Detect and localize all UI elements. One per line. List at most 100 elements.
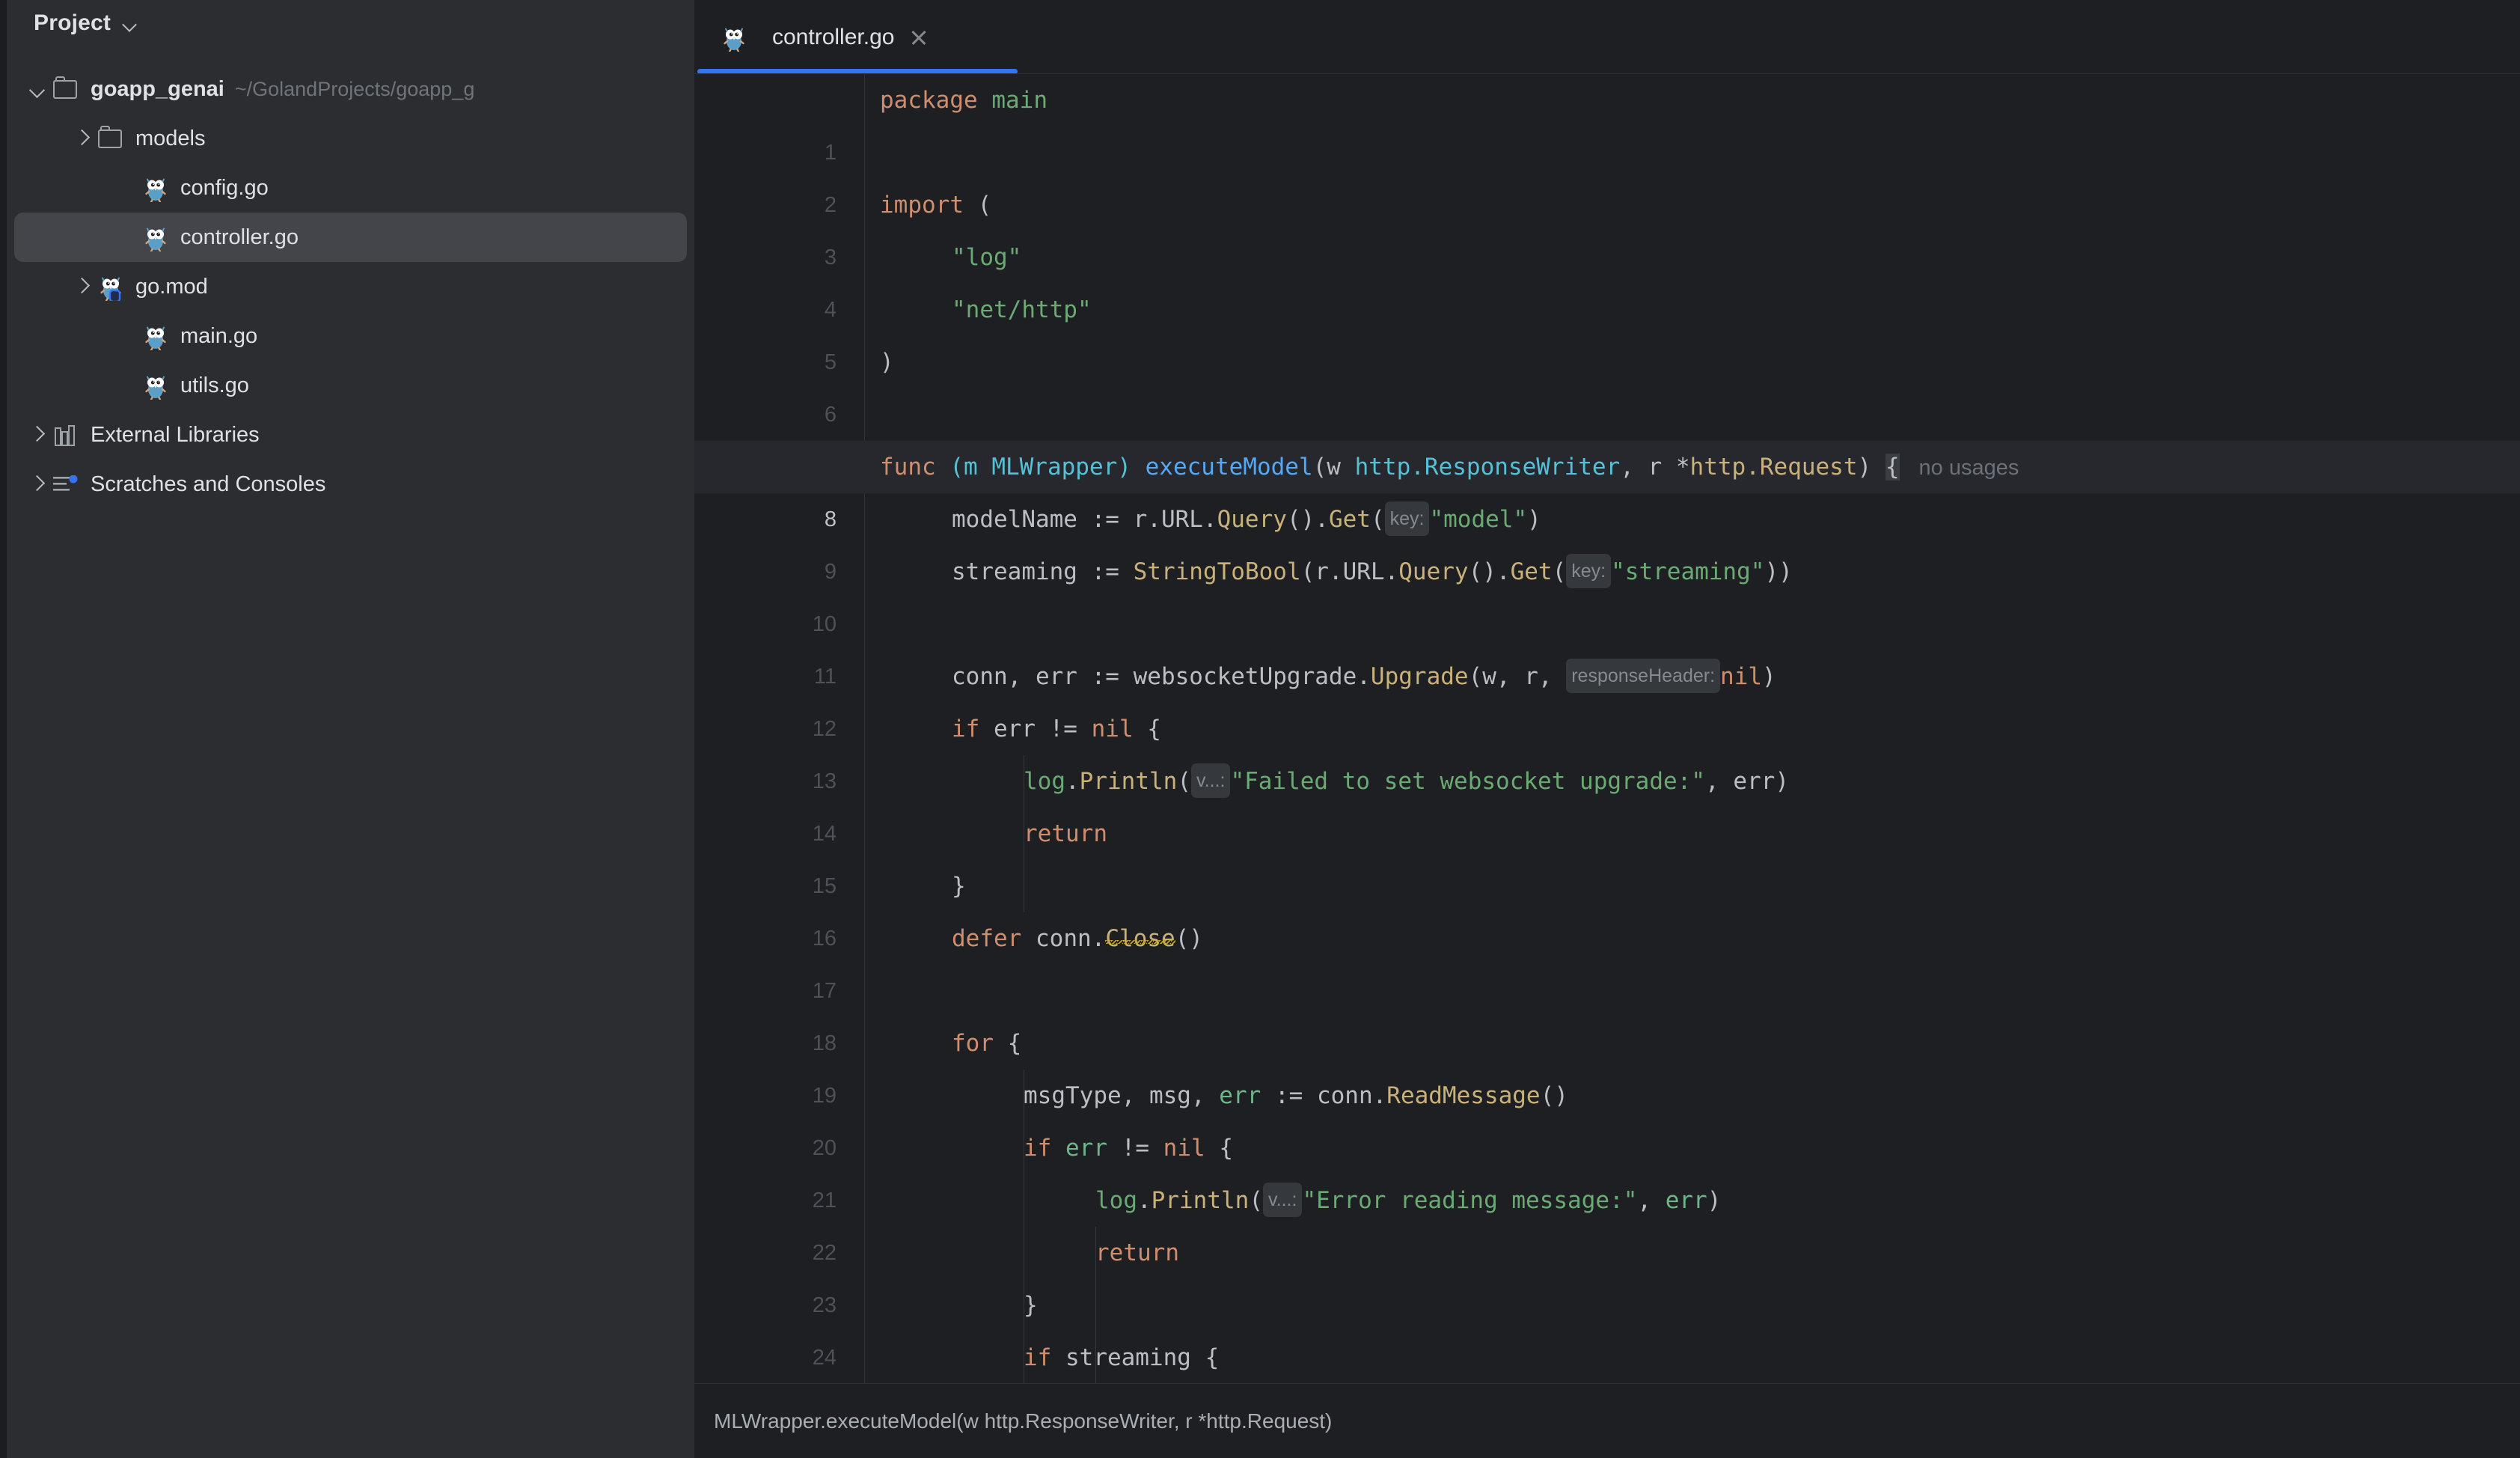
token-vars: msgType, msg,: [1024, 1082, 1219, 1109]
goland-window: Project goapp_genai~/GolandProjects/goap…: [0, 0, 2520, 1458]
tree-spacer: [116, 177, 138, 199]
project-panel-header[interactable]: Project: [7, 0, 694, 46]
line-source: "net/http": [952, 284, 1092, 336]
token-var-err: err: [1065, 1135, 1107, 1162]
chevron-down-icon[interactable]: [123, 16, 139, 33]
sidebar-item-goapp-genai[interactable]: goapp_genai~/GolandProjects/goapp_g: [14, 64, 687, 114]
token-space: [1051, 1135, 1065, 1162]
token-paren: ): [1527, 506, 1541, 533]
code-line: 3 import (: [694, 179, 2520, 231]
sidebar-item-label: go.mod: [135, 276, 208, 298]
code-line: 14 log.Println(v...:"Failed to set webso…: [694, 755, 2520, 808]
line-source: return: [1024, 808, 1107, 860]
token-string: "model": [1429, 506, 1527, 533]
code-line: 5 "net/http": [694, 284, 2520, 336]
line-source: conn, err := websocketUpgrade.Upgrade(w,…: [952, 650, 1776, 703]
go-file-icon: [720, 23, 748, 52]
token-call: Println: [1152, 1187, 1250, 1214]
token-expr: streaming {: [1051, 1344, 1219, 1371]
code-line: 21 if err != nil {: [694, 1122, 2520, 1174]
code-line: 9 modelName := r.URL.Query().Get(key:"mo…: [694, 493, 2520, 546]
code-line: 7: [694, 388, 2520, 441]
code-line: 11: [694, 598, 2520, 650]
scratches-icon: [52, 470, 80, 498]
go-file-icon: [141, 174, 170, 202]
chevron-right-icon[interactable]: [71, 275, 94, 298]
chevron-down-icon[interactable]: [26, 78, 49, 100]
token-string: "net/http": [952, 296, 1092, 323]
sidebar-item-label: config.go: [180, 177, 269, 199]
sidebar-item-external-libraries[interactable]: External Libraries: [14, 410, 687, 460]
sidebar-item-main-go[interactable]: main.go: [14, 311, 687, 361]
token-matched-brace: {: [1886, 454, 1900, 481]
token-call: Get: [1329, 506, 1371, 533]
sidebar-item-models[interactable]: models: [14, 114, 687, 163]
token-package: log: [1095, 1187, 1137, 1214]
line-source: import (: [880, 179, 991, 231]
line-source: ): [880, 336, 894, 388]
code-line: 2: [694, 126, 2520, 179]
token-call: Query: [1398, 558, 1468, 585]
token-paren: ): [1707, 1187, 1722, 1214]
code-line: 6 ): [694, 336, 2520, 388]
tool-window-stripe: [0, 0, 7, 1458]
token-dot: .: [1065, 768, 1080, 795]
chevron-right-icon[interactable]: [71, 127, 94, 150]
line-source: return: [1095, 1227, 1179, 1279]
sidebar-item-scratches-and-consoles[interactable]: Scratches and Consoles: [14, 460, 687, 509]
token-param: , r *: [1620, 454, 1689, 481]
token-keyword: import: [880, 192, 964, 219]
breadcrumb[interactable]: MLWrapper.executeModel(w http.ResponseWr…: [694, 1383, 2520, 1458]
token-brace: {: [1205, 1135, 1233, 1162]
token-paren: (: [1371, 506, 1385, 533]
token-brace: {: [1134, 716, 1161, 742]
code-line: 1 package main: [694, 74, 2520, 126]
line-source: func (m MLWrapper) executeModel(w http.R…: [880, 441, 2019, 494]
inlay-hint-param-key[interactable]: key:: [1566, 554, 1611, 588]
token-expr: err !=: [979, 716, 1091, 742]
token-call: Get: [1511, 558, 1553, 585]
token-var-err: err: [1219, 1082, 1261, 1109]
library-icon: [52, 421, 80, 449]
token-expr: ().: [1287, 506, 1329, 533]
code-line: 22 log.Println(v...:"Error reading messa…: [694, 1174, 2520, 1227]
line-source: if streaming {: [1024, 1332, 1219, 1384]
editor-area: controller.go 1 package main 2 3 import …: [694, 0, 2520, 1458]
line-source: package main: [880, 74, 1048, 126]
sidebar-item-go-mod[interactable]: go.mod: [14, 262, 687, 311]
token-brace: }: [952, 873, 966, 900]
sidebar-item-utils-go[interactable]: utils.go: [14, 361, 687, 410]
line-source: "log": [952, 231, 1021, 284]
inlay-hint-param-variadic[interactable]: v...:: [1191, 763, 1230, 798]
token-type: http.ResponseWriter: [1355, 454, 1621, 481]
code-line: 16 }: [694, 860, 2520, 912]
token-dot: .: [1137, 1187, 1152, 1214]
tree-spacer: [116, 325, 138, 347]
line-source: for {: [952, 1017, 1021, 1070]
token-nil: nil: [1163, 1135, 1205, 1162]
token-expr: (r.URL.: [1301, 558, 1399, 585]
sidebar-item-controller-go[interactable]: controller.go: [14, 213, 687, 262]
token-call: Upgrade: [1371, 663, 1469, 690]
sidebar-item-config-go[interactable]: config.go: [14, 163, 687, 213]
chevron-right-icon[interactable]: [26, 473, 49, 495]
close-icon[interactable]: [908, 26, 930, 49]
tab-controller-go[interactable]: controller.go: [699, 0, 948, 74]
inlay-hint-param-responseheader[interactable]: responseHeader:: [1566, 659, 1720, 693]
token-receiver: (m MLWrapper): [949, 454, 1131, 481]
code-editor[interactable]: 1 package main 2 3 import ( 4 "log" 5 "n…: [694, 74, 2520, 1384]
inlay-hint-param-key[interactable]: key:: [1385, 501, 1430, 536]
token-expr: modelName := r.URL.: [952, 506, 1217, 533]
chevron-right-icon[interactable]: [26, 424, 49, 446]
token-paren: )): [1764, 558, 1792, 585]
code-line: 19 for {: [694, 1017, 2520, 1070]
token-param: (w: [1313, 454, 1355, 481]
token-package: log: [1024, 768, 1065, 795]
token-paren: (): [1541, 1082, 1568, 1109]
go-file-icon: [141, 322, 170, 350]
inlay-hint-param-variadic[interactable]: v...:: [1263, 1183, 1302, 1217]
indent-guide: [1095, 1227, 1096, 1384]
inlay-hint-usages[interactable]: no usages: [1919, 456, 2019, 480]
tree-spacer: [116, 374, 138, 397]
token-keyword: if: [1024, 1344, 1051, 1371]
